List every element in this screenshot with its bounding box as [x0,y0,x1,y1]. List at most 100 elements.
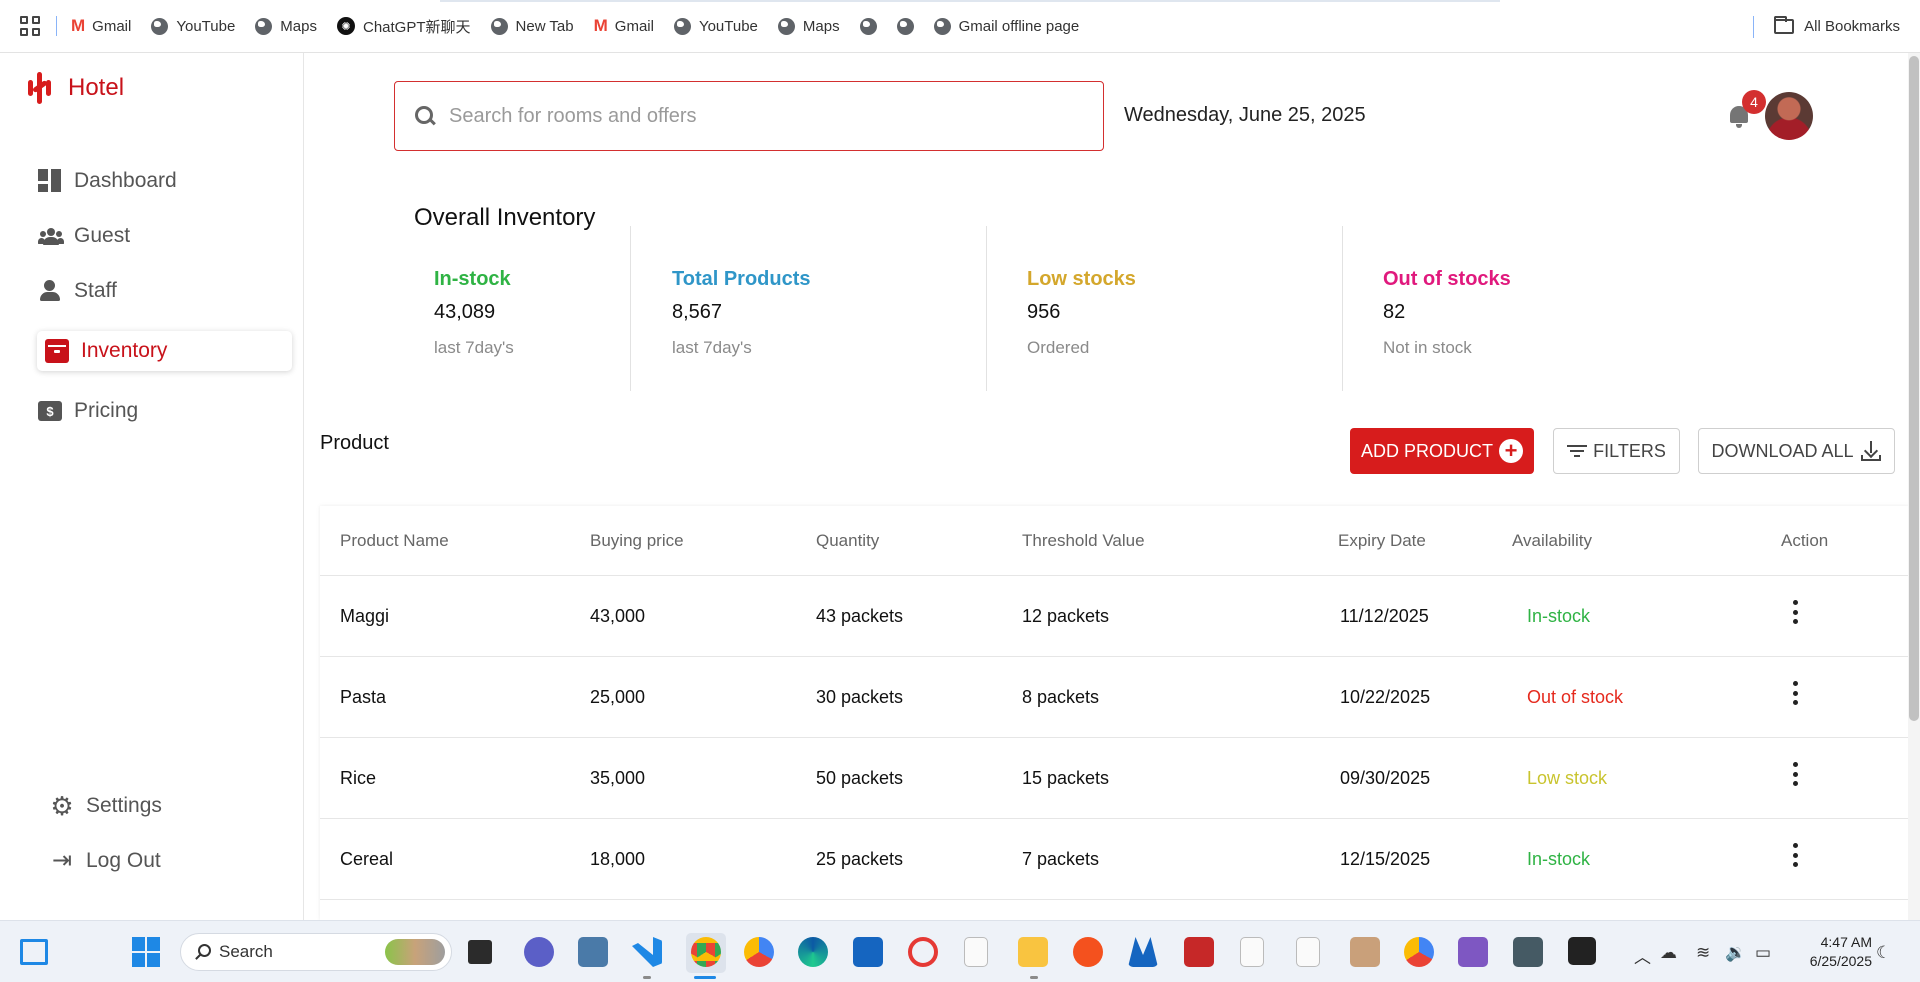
moon-icon[interactable]: ☾ [1876,943,1891,963]
all-bookmarks[interactable]: All Bookmarks [1753,0,1900,53]
bookmark-maps-2[interactable]: Maps [777,17,840,35]
logout-link[interactable]: ⇥ Log Out [50,841,161,881]
bookmark-maps[interactable]: Maps [255,17,317,35]
globe-icon [896,17,914,35]
filters-label: FILTERS [1593,440,1666,461]
buying-price: 35,000 [590,768,646,788]
more-vert-icon[interactable] [1791,843,1799,867]
quantity: 25 packets [816,849,904,869]
stat-label: Low stocks [1027,268,1136,290]
battery-icon[interactable]: ▭ [1755,943,1771,963]
table-row[interactable]: Pasta 25,000 30 packets 8 packets 10/22/… [320,657,1910,738]
bookmark-youtube[interactable]: YouTube [151,17,235,35]
visual-studio-icon[interactable] [1458,937,1488,967]
sidebar-item-label: Guest [74,224,131,247]
sidebar-item-guest[interactable]: Guest [38,216,130,256]
bookmark-youtube-2[interactable]: YouTube [673,17,758,35]
threshold-value: 8 packets [1022,687,1100,707]
file-icon[interactable] [1240,937,1264,967]
bookmark-chatgpt[interactable]: ✺ ChatGPT新聊天 [336,16,471,37]
bookmark-gmail-offline[interactable]: Gmail offline page [933,17,1079,35]
bookmark-unnamed-1[interactable] [859,17,877,35]
bookmark-gmail-2[interactable]: M Gmail [594,16,654,36]
apps-grid-icon[interactable] [20,16,40,36]
add-circle-icon: + [1499,439,1523,463]
vscode-icon[interactable] [632,937,662,967]
table-row[interactable]: Cereal 18,000 25 packets 7 packets 12/15… [320,819,1910,900]
expiry-date: 09/30/2025 [1340,768,1431,788]
wifi-icon[interactable]: ≋ [1696,943,1710,963]
malwarebytes-icon[interactable] [1128,937,1158,967]
column-header: Product Name [340,531,449,550]
chevron-up-icon[interactable]: ︿ [1634,943,1651,968]
stat-out-of-stocks: Out of stocks 82 Not in stock [1383,268,1511,358]
volume-icon[interactable]: 🔉 [1725,943,1746,963]
edge-icon[interactable] [798,937,828,967]
settings-link[interactable]: ⚙ Settings [50,786,162,826]
bookmark-unnamed-2[interactable] [896,17,914,35]
bookmark-label: ChatGPT新聊天 [362,18,471,36]
image-viewer-icon[interactable] [1350,937,1380,967]
widgets-icon[interactable] [20,939,48,965]
add-product-button[interactable]: ADD PRODUCT + [1350,428,1534,474]
search-bar[interactable] [394,81,1104,151]
notification-badge: 4 [1742,90,1766,114]
chrome-canary-icon[interactable] [744,937,774,967]
sidebar-item-staff[interactable]: Staff [38,271,117,311]
postman-icon[interactable] [1073,937,1103,967]
globe-icon [151,17,169,35]
stat-in-stock: In-stock 43,089 last 7day's [434,268,514,358]
clock[interactable]: 4:47 AM 6/25/2025 [1810,933,1872,971]
sidebar-item-dashboard[interactable]: Dashboard [38,161,177,201]
stat-divider [630,226,631,391]
group-icon [38,224,64,248]
scrollbar-thumb[interactable] [1909,56,1919,721]
cursor-app-icon[interactable] [1568,937,1596,965]
all-bookmarks-label: All Bookmarks [1804,18,1900,35]
search-input[interactable] [449,104,1049,128]
sidebar: Hotel Dashboard Guest Staff Inventory $ … [0,53,304,920]
meet-icon[interactable] [524,937,554,967]
table-row[interactable]: Maggi 43,000 43 packets 12 packets 11/12… [320,576,1910,657]
taskbar-search[interactable]: Search [180,933,452,971]
chrome-profile-icon[interactable] [1404,937,1434,967]
stat-sub: Ordered [1027,338,1090,357]
file-icon[interactable] [964,937,988,967]
filters-button[interactable]: FILTERS [1553,428,1680,474]
file-transfer-icon[interactable] [578,937,608,967]
avatar[interactable] [1765,92,1813,140]
search-icon [413,104,437,128]
more-vert-icon[interactable] [1791,600,1799,624]
app-logo[interactable]: Hotel [26,70,124,106]
task-view-icon[interactable] [468,940,492,964]
opera-icon[interactable] [908,937,938,967]
sidebar-item-label: Inventory [81,339,168,362]
chrome-icon[interactable] [691,937,721,967]
quantity: 43 packets [816,606,904,626]
availability: Low stock [1527,768,1608,788]
globe-icon [255,17,273,35]
bookmark-gmail[interactable]: M Gmail [71,16,131,36]
stat-divider [1342,226,1343,391]
price-icon: $ [38,401,62,421]
filezilla-icon[interactable] [1184,937,1214,967]
gear-icon: ⚙ [50,791,74,821]
availability: In-stock [1527,606,1591,626]
table-row[interactable]: Rice 35,000 50 packets 15 packets 09/30/… [320,738,1910,819]
unity-icon[interactable] [1513,937,1543,967]
bookmark-new-tab[interactable]: New Tab [490,17,574,35]
availability: In-stock [1527,849,1591,869]
file-icon[interactable] [1296,937,1320,967]
column-header: Buying price [590,531,684,550]
sidebar-item-inventory[interactable]: Inventory [37,331,292,371]
store-icon[interactable] [853,937,883,967]
more-vert-icon[interactable] [1791,681,1799,705]
download-all-button[interactable]: DOWNLOAD ALL [1698,428,1895,474]
file-explorer-icon[interactable] [1018,937,1048,967]
cloud-off-icon[interactable]: ☁ [1660,943,1677,963]
sidebar-item-pricing[interactable]: $ Pricing [38,391,138,431]
start-button[interactable] [132,937,162,967]
globe-icon [777,17,795,35]
dashboard-icon [38,169,62,193]
more-vert-icon[interactable] [1791,762,1799,786]
